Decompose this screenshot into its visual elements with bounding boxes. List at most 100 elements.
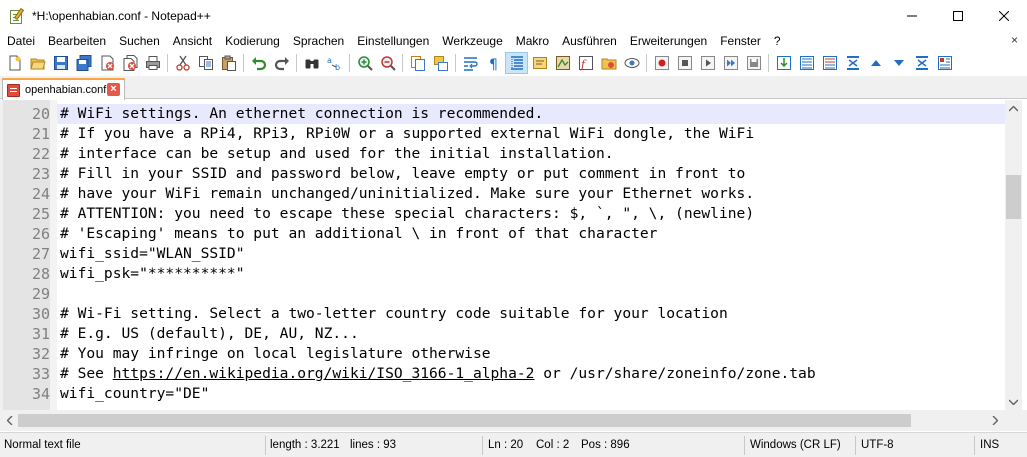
status-file-type: Normal text file [4, 439, 81, 451]
editor-line: # Fill in your SSID and password below, … [57, 164, 1005, 184]
editor-line: # Wi-Fi setting. Select a two-letter cou… [57, 304, 1005, 324]
menu-erweiterungen[interactable]: Erweiterungen [623, 34, 713, 48]
extra-2-button[interactable] [795, 52, 818, 74]
word-wrap-icon [463, 56, 478, 71]
save-button[interactable] [49, 52, 72, 74]
doc-map-button[interactable] [551, 52, 574, 74]
menu-werkzeuge[interactable]: Werkzeuge [435, 34, 508, 48]
line-number: 22 [31, 145, 50, 163]
line-number: 20 [31, 105, 50, 123]
menu-ansicht[interactable]: Ansicht [166, 34, 218, 48]
monitoring-button[interactable] [620, 52, 643, 74]
scroll-left-button[interactable] [1, 412, 18, 429]
cut-icon [175, 55, 190, 71]
menu-fenster[interactable]: Fenster [713, 34, 767, 48]
run-macro-multiple-button[interactable] [719, 52, 742, 74]
extra-1-button[interactable] [772, 52, 795, 74]
maximize-button[interactable] [935, 0, 981, 31]
text-area[interactable]: # WiFi settings. An ethernet connection … [57, 100, 1005, 430]
save-macro-button[interactable] [742, 52, 765, 74]
extra-5-button[interactable] [864, 52, 887, 74]
menu-datei[interactable]: Datei [0, 34, 41, 48]
code-text: # ATTENTION: you need to escape these sp… [60, 205, 755, 222]
extra-6-button[interactable] [887, 52, 910, 74]
show-all-chars-button[interactable]: ¶ [482, 52, 505, 74]
extra-4-button[interactable] [841, 52, 864, 74]
stop-macro-button[interactable] [673, 52, 696, 74]
close-button[interactable] [95, 52, 118, 74]
scroll-down-button[interactable] [1005, 393, 1022, 410]
paste-icon [221, 55, 236, 71]
extra-7-icon [915, 55, 928, 70]
indent-guide-button[interactable] [505, 51, 528, 74]
tab-openhabian-conf[interactable]: openhabian.conf × [2, 78, 125, 100]
menu-einstellungen[interactable]: Einstellungen [350, 34, 435, 48]
function-list-button[interactable]: f [574, 52, 597, 74]
extra-7-button[interactable] [910, 52, 933, 74]
record-macro-button[interactable] [650, 52, 673, 74]
tab-close-button[interactable]: × [107, 83, 120, 96]
scrollbar-corner [1005, 410, 1027, 431]
udl-button[interactable] [528, 52, 551, 74]
editor-line: wifi_psk="**********" [57, 264, 1005, 284]
save-all-button[interactable] [72, 52, 95, 74]
url-link[interactable]: https://en.wikipedia.org/wiki/ISO_3166-1… [113, 365, 535, 382]
close-all-button[interactable] [118, 52, 141, 74]
line-number: 27 [31, 245, 50, 263]
scroll-right-button[interactable] [986, 412, 1003, 429]
line-number: 23 [31, 165, 50, 183]
replace-button[interactable]: ab [323, 52, 346, 74]
editor-line: wifi_country="DE" [57, 384, 1005, 404]
horizontal-scrollbar[interactable] [0, 410, 1005, 431]
code-text: wifi_ssid="WLAN_SSID" [60, 245, 245, 262]
toolbar-separator [455, 53, 456, 72]
extra-8-button[interactable] [933, 52, 956, 74]
new-file-button[interactable] [3, 52, 26, 74]
save-macro-icon [746, 55, 761, 70]
scroll-up-button[interactable] [1005, 100, 1022, 117]
close-window-button[interactable] [981, 0, 1027, 31]
menu-bearbeiten[interactable]: Bearbeiten [41, 34, 112, 48]
menu-sprachen[interactable]: Sprachen [286, 34, 350, 48]
tab-label: openhabian.conf [25, 84, 107, 96]
zoom-out-button[interactable] [376, 52, 399, 74]
menu-suchen[interactable]: Suchen [112, 34, 166, 48]
sync-horizontal-button[interactable] [429, 52, 452, 74]
folder-workspace-button[interactable] [597, 52, 620, 74]
menu-kodierung[interactable]: Kodierung [218, 34, 286, 48]
extra-3-button[interactable] [818, 52, 841, 74]
status-divider [482, 436, 483, 455]
print-button[interactable] [141, 52, 164, 74]
word-wrap-button[interactable] [459, 52, 482, 74]
vertical-scroll-thumb[interactable] [1006, 175, 1021, 219]
undo-button[interactable] [247, 52, 270, 74]
line-number: 30 [31, 305, 50, 323]
play-macro-button[interactable] [696, 52, 719, 74]
new-file-icon [9, 55, 20, 70]
editor[interactable]: # WiFi settings. An ethernet connection … [0, 100, 1027, 430]
redo-button[interactable] [270, 52, 293, 74]
vertical-scrollbar[interactable] [1005, 100, 1022, 410]
editor-line: # ATTENTION: you need to escape these sp… [57, 204, 1005, 224]
menu-makro[interactable]: Makro [509, 34, 555, 48]
line-number: 25 [31, 205, 50, 223]
zoom-in-button[interactable] [353, 52, 376, 74]
line-number: 21 [31, 125, 50, 143]
editor-line: # If you have a RPi4, RPi3, RPi0W or a s… [57, 124, 1005, 144]
status-lines: lines : 93 [350, 439, 397, 451]
menu-ausfuehren[interactable]: Ausführen [555, 34, 623, 48]
horizontal-scroll-thumb[interactable] [18, 414, 911, 427]
extra-2-icon [799, 55, 814, 70]
code-text: # You may infringe on local legislature … [60, 345, 491, 362]
close-document-button[interactable]: × [1011, 33, 1018, 47]
sync-vertical-button[interactable] [406, 52, 429, 74]
copy-button[interactable] [194, 52, 217, 74]
paste-button[interactable] [217, 52, 240, 74]
svg-text:¶: ¶ [489, 57, 498, 71]
open-file-button[interactable] [26, 52, 49, 74]
menu-help[interactable]: ? [767, 34, 787, 48]
line-number: 33 [31, 365, 50, 383]
cut-button[interactable] [171, 52, 194, 74]
find-button[interactable] [300, 52, 323, 74]
minimize-button[interactable] [889, 0, 935, 31]
